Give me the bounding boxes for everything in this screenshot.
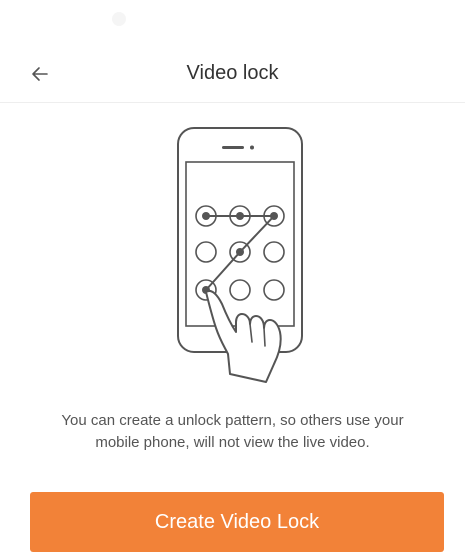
description-text: You can create a unlock pattern, so othe… (20, 410, 445, 454)
phone-unlock-illustration (170, 120, 310, 400)
phone-unlock-pattern-icon (177, 127, 303, 383)
create-video-lock-button[interactable]: Create Video Lock (30, 492, 444, 552)
page-title: Video lock (186, 62, 279, 84)
description-line-1: You can create a unlock pattern, so othe… (61, 412, 404, 429)
top-app-bar: Video lock (0, 48, 465, 103)
description-line-2: mobile phone, will not view the live vid… (95, 434, 370, 451)
status-bar-indicator (112, 12, 126, 26)
